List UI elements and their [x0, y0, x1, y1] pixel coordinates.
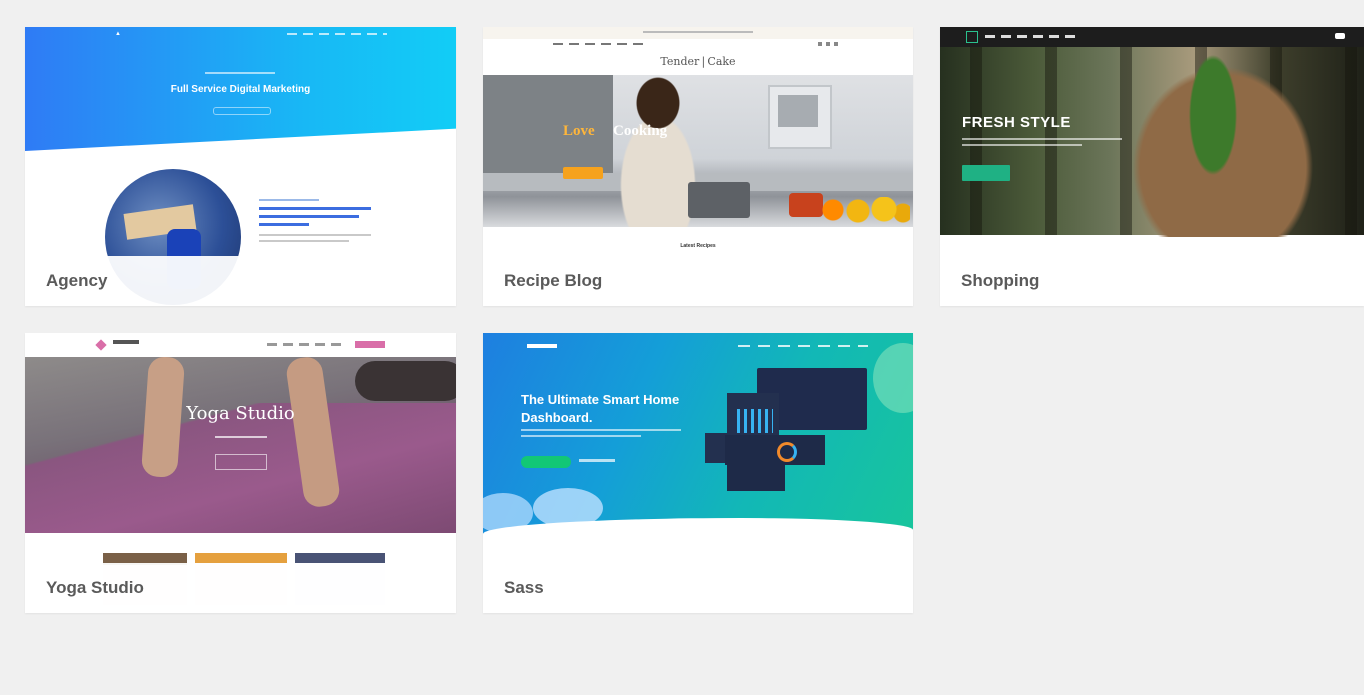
yoga-nav-placeholder	[267, 343, 347, 346]
template-footer: Recipe Blog	[483, 256, 913, 306]
template-footer: Agency	[25, 256, 456, 306]
sass-logo-placeholder	[527, 344, 557, 348]
agency-hero-title: Full Service Digital Marketing	[170, 84, 311, 95]
sass-primary-button	[521, 456, 571, 468]
sass-text-line	[521, 435, 641, 437]
shopping-logo-icon	[966, 31, 978, 43]
shopping-text-line	[962, 138, 1122, 140]
shopping-fern	[1188, 55, 1238, 175]
sass-hero-title: The Ultimate Smart Home Dashboard.	[521, 392, 680, 425]
recipe-topbar	[483, 27, 913, 39]
agency-text-line	[259, 223, 309, 226]
template-label-recipe-blog[interactable]: Recipe Blog	[504, 271, 602, 291]
recipe-fruit	[818, 197, 910, 223]
recipe-oven-window	[778, 95, 818, 127]
agency-text-line	[259, 240, 349, 242]
sass-donut-graphic	[777, 442, 797, 462]
shopping-hero-title: FRESH STYLE	[962, 114, 1071, 131]
yoga-header	[25, 333, 456, 357]
sass-bar-graphic	[737, 409, 773, 433]
recipe-pot	[688, 182, 750, 218]
yoga-header-button	[355, 341, 385, 348]
template-label-shopping[interactable]: Shopping	[961, 271, 1039, 291]
agency-hero-button	[213, 107, 271, 115]
template-label-yoga-studio[interactable]: Yoga Studio	[46, 578, 144, 598]
agency-text-line	[259, 215, 359, 218]
agency-nav-placeholder	[287, 33, 387, 35]
yoga-leg	[355, 361, 456, 401]
shopping-hero-button	[962, 165, 1010, 181]
sass-text-line	[521, 429, 681, 431]
recipe-nav-placeholder	[553, 43, 643, 45]
template-footer: Shopping	[940, 256, 1364, 306]
agency-text-line	[259, 207, 371, 210]
template-card-agency[interactable]: ▲ Full Service Digital Marketing Agency	[25, 27, 456, 306]
sass-nav-placeholder	[738, 345, 868, 347]
template-footer: Sass	[483, 563, 913, 613]
agency-logo-icon: ▲	[115, 31, 121, 37]
recipe-topbar-text	[643, 31, 753, 33]
shopping-nav-placeholder	[985, 35, 1075, 38]
shopping-text-line	[962, 144, 1082, 146]
yoga-logo-text-placeholder	[113, 340, 139, 344]
template-card-sass[interactable]: The Ultimate Smart Home Dashboard. Sass	[483, 333, 913, 613]
recipe-logo: Tender | Cake	[660, 55, 736, 68]
yoga-hero-title: Yoga Studio	[186, 403, 295, 424]
recipe-hero-title-accent: Love	[563, 123, 595, 139]
recipe-hero-button	[563, 167, 603, 179]
agency-subtitle-placeholder	[205, 72, 275, 74]
template-card-yoga-studio[interactable]: Yoga Studio Yoga Studio	[25, 333, 456, 613]
recipe-section-title: Latest Recipes	[680, 243, 716, 249]
template-footer: Yoga Studio	[25, 563, 456, 613]
agency-text-line	[259, 199, 319, 201]
template-card-shopping[interactable]: FRESH STYLE Shopping	[940, 27, 1364, 306]
template-label-agency[interactable]: Agency	[46, 271, 107, 291]
recipe-hero-title: Cooking	[613, 123, 668, 139]
yoga-hero-button	[215, 454, 267, 470]
sass-secondary-link	[579, 459, 615, 462]
sass-wave-divider	[483, 518, 913, 558]
sass-dashboard-panel	[727, 463, 785, 491]
template-label-sass[interactable]: Sass	[504, 578, 544, 598]
recipe-social-icons	[818, 42, 842, 46]
cart-icon	[1335, 33, 1345, 39]
yoga-subtitle-placeholder	[215, 436, 267, 438]
sass-dashboard-panel	[725, 435, 825, 465]
template-card-recipe-blog[interactable]: Tender | Cake Love Cooking Latest Recipe…	[483, 27, 913, 306]
agency-text-line	[259, 234, 371, 236]
